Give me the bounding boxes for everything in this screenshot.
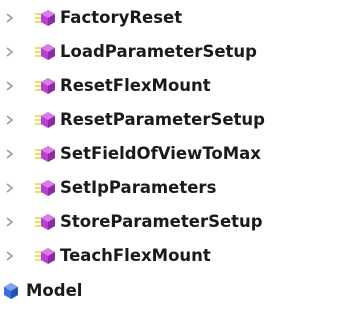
- chevron-right-icon[interactable]: [4, 250, 16, 262]
- tree-node-set-field-of-view-to-max[interactable]: SetFieldOfViewToMax: [0, 139, 344, 169]
- tree-node-model[interactable]: Model: [0, 276, 344, 306]
- tree-node-label: ResetFlexMount: [60, 76, 211, 95]
- method-icon: [35, 10, 55, 26]
- tree-node-label: FactoryReset: [60, 8, 183, 27]
- tree-node-label: LoadParameterSetup: [60, 42, 257, 61]
- tree-node-reset-flex-mount[interactable]: ResetFlexMount: [0, 71, 344, 101]
- chevron-right-icon[interactable]: [4, 114, 16, 126]
- object-tree: FactoryReset LoadParameterSetup ResetFle: [0, 0, 344, 316]
- method-icon: [35, 214, 55, 230]
- chevron-right-icon[interactable]: [4, 46, 16, 58]
- method-icon: [35, 180, 55, 196]
- tree-node-reset-parameter-setup[interactable]: ResetParameterSetup: [0, 105, 344, 135]
- tree-node-label: SetIpParameters: [60, 178, 217, 197]
- chevron-right-icon[interactable]: [4, 148, 16, 160]
- tree-node-label: SetFieldOfViewToMax: [60, 144, 261, 163]
- method-icon: [35, 146, 55, 162]
- tree-node-label: ResetParameterSetup: [60, 110, 265, 129]
- tree-node-label: StoreParameterSetup: [60, 212, 263, 231]
- method-icon: [35, 112, 55, 128]
- chevron-right-icon[interactable]: [4, 80, 16, 92]
- tree-node-set-ip-parameters[interactable]: SetIpParameters: [0, 173, 344, 203]
- chevron-right-icon[interactable]: [4, 12, 16, 24]
- tree-node-label: TeachFlexMount: [60, 246, 211, 265]
- method-icon: [35, 248, 55, 264]
- model-icon: [4, 283, 18, 299]
- tree-node-label: Model: [26, 281, 83, 300]
- tree-node-store-parameter-setup[interactable]: StoreParameterSetup: [0, 207, 344, 237]
- chevron-right-icon[interactable]: [4, 216, 16, 228]
- tree-node-teach-flex-mount[interactable]: TeachFlexMount: [0, 241, 344, 271]
- method-icon: [35, 44, 55, 60]
- chevron-right-icon[interactable]: [4, 182, 16, 194]
- tree-node-factory-reset[interactable]: FactoryReset: [0, 3, 344, 33]
- tree-node-load-parameter-setup[interactable]: LoadParameterSetup: [0, 37, 344, 67]
- method-icon: [35, 78, 55, 94]
